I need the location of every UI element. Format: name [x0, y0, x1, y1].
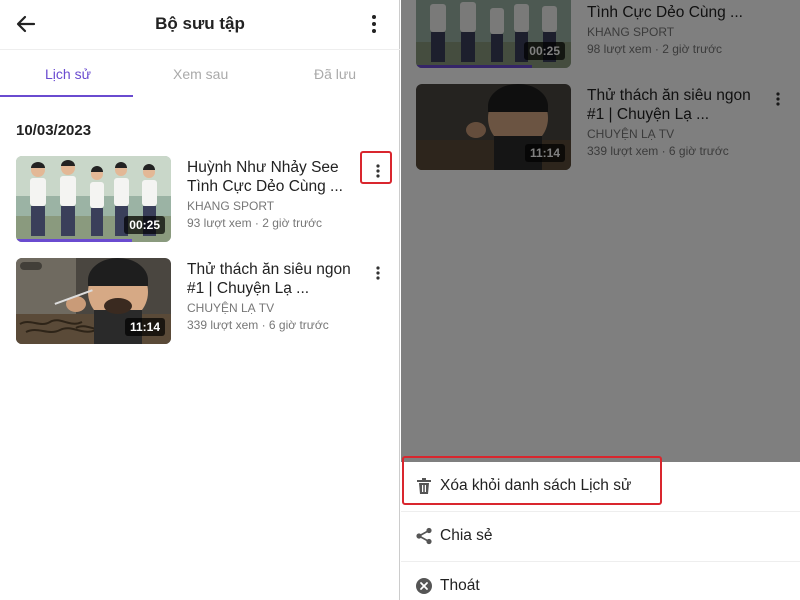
video-title[interactable]: Huỳnh Như Nhảy See Tình Cực Dẻo Cùng ...	[187, 158, 357, 196]
highlight-box-options	[360, 151, 392, 184]
video-thumbnail[interactable]: 11:14	[16, 258, 171, 344]
video-title[interactable]: Thử thách ăn siêu ngon #1 | Chuyện Lạ ..…	[187, 260, 357, 298]
video-meta: Thử thách ăn siêu ngon #1 | Chuyện Lạ ..…	[187, 260, 357, 332]
share-option[interactable]: Chia sẻ	[401, 512, 800, 562]
exit-label: Thoát	[440, 577, 480, 594]
share-label: Chia sẻ	[440, 527, 493, 544]
list-item[interactable]: 11:14 Thử thách ăn siêu ngon #1 | Chuyện…	[16, 258, 386, 346]
page-title: Bộ sưu tập	[155, 14, 245, 33]
tab-history[interactable]: Lịch sử	[45, 66, 91, 82]
video-meta: Huỳnh Như Nhảy See Tình Cực Dẻo Cùng ...…	[187, 158, 357, 230]
video-duration: 00:25	[124, 216, 165, 234]
more-vertical-icon	[376, 266, 380, 280]
dim-overlay[interactable]	[401, 0, 800, 462]
active-tab-indicator	[0, 95, 133, 97]
video-options-button[interactable]	[368, 262, 388, 284]
share-icon	[416, 527, 432, 545]
watch-progress-bar	[16, 239, 133, 242]
exit-option[interactable]: Thoát	[401, 562, 800, 600]
close-circle-icon	[416, 578, 432, 594]
video-duration: 11:14	[124, 318, 165, 336]
video-channel[interactable]: CHUYỆN LẠ TV	[187, 301, 357, 315]
history-date: 10/03/2023	[16, 122, 92, 139]
list-item[interactable]: 00:25 Huỳnh Như Nhảy See Tình Cực Dẻo Cù…	[16, 156, 386, 244]
left-screen: Bộ sưu tập Lịch sử Xem sau Đã lưu 10/03/…	[0, 0, 400, 600]
tab-watch-later[interactable]: Xem sau	[173, 66, 228, 82]
video-stats: 93 lượt xem · 2 giờ trước	[187, 216, 323, 230]
tab-bar: Lịch sử Xem sau Đã lưu	[0, 52, 400, 98]
more-options-icon[interactable]	[366, 12, 382, 36]
video-thumbnail[interactable]: 00:25	[16, 156, 171, 242]
tab-saved[interactable]: Đã lưu	[314, 66, 356, 82]
right-screen: 00:25 Tình Cực Dẻo Cùng ... KHANG SPORT …	[401, 0, 800, 600]
video-stats: 339 lượt xem · 6 giờ trước	[187, 318, 329, 332]
highlight-box-delete	[402, 456, 662, 505]
video-channel[interactable]: KHANG SPORT	[187, 199, 357, 213]
top-bar: Bộ sưu tập	[0, 0, 400, 50]
